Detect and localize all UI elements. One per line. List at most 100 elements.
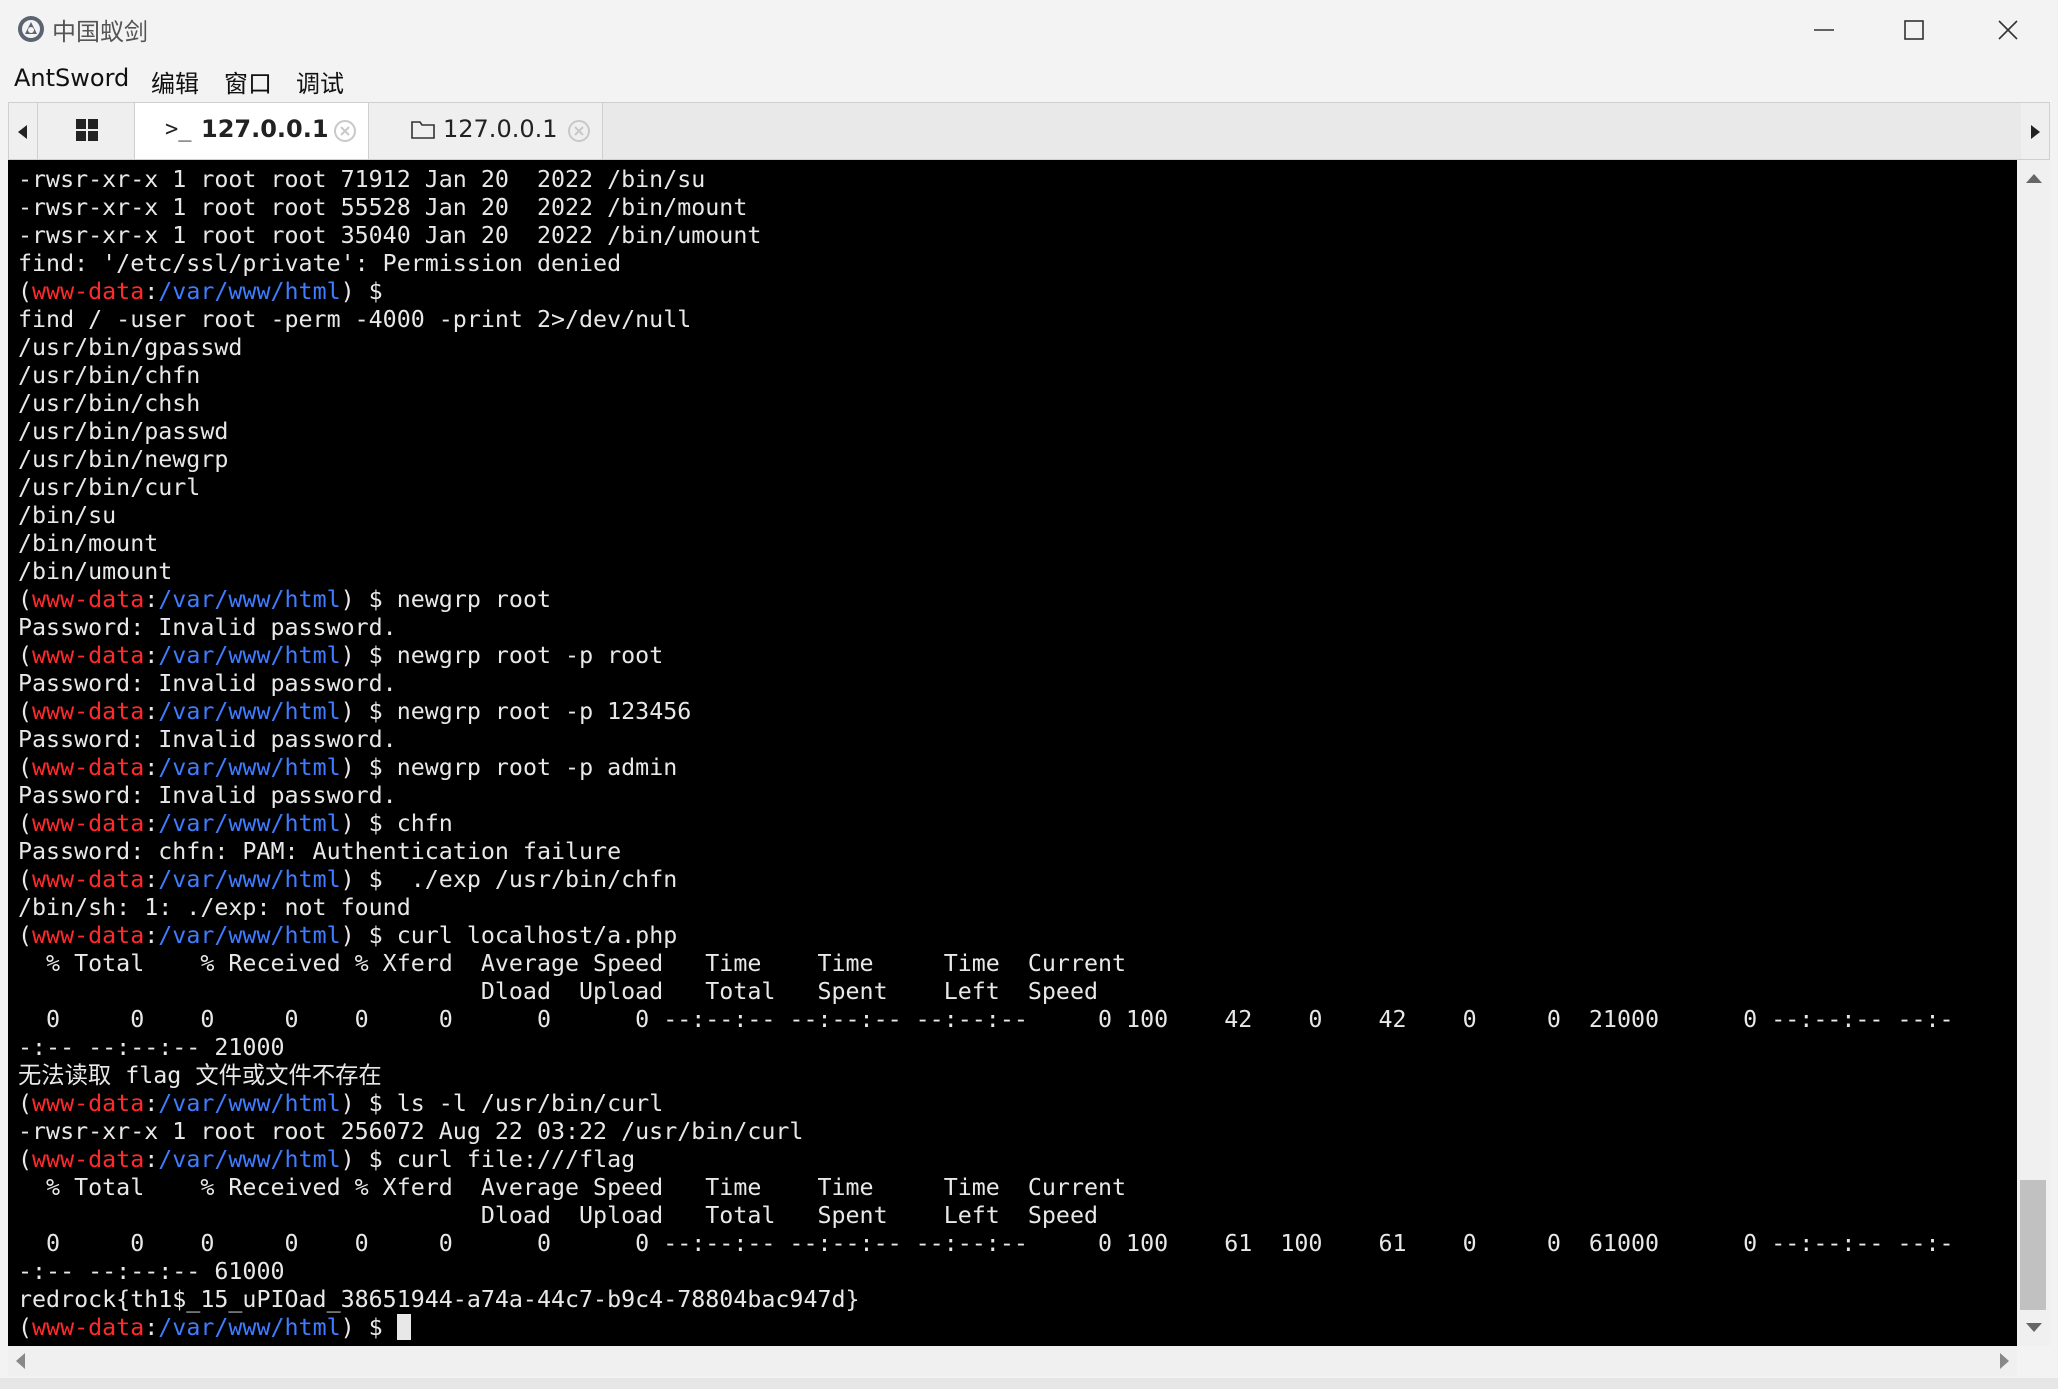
prompt-user: www-data bbox=[32, 278, 145, 305]
prompt-punct: ) $ bbox=[340, 698, 383, 725]
title-bar: 中国蚁剑 bbox=[0, 0, 2058, 58]
prompt-command: newgrp root bbox=[382, 586, 552, 613]
terminal-lines: -rwsr-xr-x 1 root root 71912 Jan 20 2022… bbox=[18, 166, 1954, 1342]
prompt-punct: ( bbox=[18, 866, 33, 893]
prompt-user: www-data bbox=[32, 1314, 145, 1341]
prompt-punct: ( bbox=[18, 1146, 33, 1173]
prompt-path: /var/www/html bbox=[158, 1314, 341, 1341]
tab-scroll-left-button[interactable] bbox=[9, 103, 37, 159]
prompt-command bbox=[383, 1314, 397, 1341]
tab-terminal-close-button[interactable] bbox=[333, 119, 357, 143]
terminal-prompt-line: (www-data:/var/www/html) $ newgrp root -… bbox=[18, 698, 1954, 726]
prompt-user: www-data bbox=[32, 698, 145, 725]
terminal-output[interactable]: -rwsr-xr-x 1 root root 71912 Jan 20 2022… bbox=[8, 160, 2017, 1346]
prompt-user: www-data bbox=[32, 642, 145, 669]
prompt-path: /var/www/html bbox=[158, 278, 341, 305]
prompt-punct: : bbox=[144, 1090, 159, 1117]
prompt-user: www-data bbox=[32, 586, 145, 613]
prompt-path: /var/www/html bbox=[158, 1146, 341, 1173]
maximize-icon bbox=[1904, 20, 1924, 40]
prompt-path: /var/www/html bbox=[158, 922, 341, 949]
terminal-output-line: /usr/bin/passwd bbox=[18, 418, 229, 445]
prompt-command: curl localhost/a.php bbox=[382, 922, 678, 949]
folder-icon bbox=[411, 121, 435, 139]
terminal-prompt-line: (www-data:/var/www/html) $ ./exp /usr/bi… bbox=[18, 866, 1954, 894]
terminal-output-line: 0 0 0 0 0 0 0 0 --:--:-- --:--:-- --:--:… bbox=[18, 1006, 1954, 1033]
terminal-output-line: -:-- --:--:-- 61000 bbox=[18, 1258, 285, 1285]
prompt-command: newgrp root -p root bbox=[382, 642, 664, 669]
prompt-punct: ) $ bbox=[340, 1314, 383, 1341]
tab-files-close-button[interactable] bbox=[567, 119, 591, 143]
terminal-output-line: % Total % Received % Xferd Average Speed… bbox=[18, 950, 1127, 977]
minimize-button[interactable] bbox=[1784, 8, 1864, 52]
terminal-output-line: /usr/bin/gpasswd bbox=[18, 334, 243, 361]
close-circle-icon bbox=[334, 120, 356, 142]
prompt-punct: : bbox=[144, 754, 159, 781]
prompt-path: /var/www/html bbox=[158, 698, 341, 725]
terminal-prompt-line: (www-data:/var/www/html) $ curl localhos… bbox=[18, 922, 1954, 950]
prompt-punct: ) $ bbox=[340, 1146, 383, 1173]
antsword-logo-icon bbox=[18, 16, 44, 42]
minimize-icon bbox=[1814, 29, 1834, 31]
prompt-punct: : bbox=[144, 922, 159, 949]
terminal-output-line: redrock{th1$_15_uPIOad_38651944-a74a-44c… bbox=[18, 1286, 860, 1313]
prompt-punct: ) $ bbox=[340, 586, 383, 613]
prompt-punct: : bbox=[144, 278, 159, 305]
prompt-user: www-data bbox=[32, 922, 145, 949]
scroll-right-icon[interactable] bbox=[2000, 1353, 2009, 1369]
prompt-user: www-data bbox=[32, 810, 145, 837]
prompt-punct: ( bbox=[18, 1314, 33, 1341]
tab-home[interactable] bbox=[37, 103, 135, 159]
prompt-punct: : bbox=[144, 642, 159, 669]
terminal-output-line: 0 0 0 0 0 0 0 0 --:--:-- --:--:-- --:--:… bbox=[18, 1230, 1954, 1257]
close-button[interactable] bbox=[1968, 8, 2048, 52]
terminal-output-line: /bin/mount bbox=[18, 530, 159, 557]
menu-debug[interactable]: 调试 bbox=[296, 64, 344, 99]
close-circle-icon bbox=[568, 120, 590, 142]
prompt-punct: ( bbox=[18, 278, 33, 305]
prompt-path: /var/www/html bbox=[158, 586, 341, 613]
tab-files[interactable]: 127.0.0.1 bbox=[369, 103, 603, 159]
terminal-output-line: find / -user root -perm -4000 -print 2>/… bbox=[18, 306, 692, 333]
window-title: 中国蚁剑 bbox=[52, 18, 148, 46]
prompt-user: www-data bbox=[32, 754, 145, 781]
terminal-output-line: Dload Upload Total Spent Left Speed bbox=[18, 1202, 1098, 1229]
tab-scroll-right-button[interactable] bbox=[2021, 103, 2049, 159]
terminal-prompt-line: (www-data:/var/www/html) $ newgrp root -… bbox=[18, 642, 1954, 670]
prompt-user: www-data bbox=[32, 1146, 145, 1173]
terminal-output-line: Password: chfn: PAM: Authentication fail… bbox=[18, 838, 622, 865]
tab-terminal[interactable]: >_ 127.0.0.1 bbox=[135, 103, 369, 159]
prompt-punct: : bbox=[144, 1146, 159, 1173]
prompt-path: /var/www/html bbox=[158, 810, 341, 837]
prompt-punct: ( bbox=[18, 586, 33, 613]
prompt-punct: : bbox=[144, 1314, 159, 1341]
menu-antsword[interactable]: AntSword bbox=[14, 64, 129, 92]
grid-icon bbox=[76, 119, 98, 141]
terminal-output-line: /bin/umount bbox=[18, 558, 173, 585]
terminal-icon: >_ bbox=[165, 117, 192, 142]
terminal-output-line: -rwsr-xr-x 1 root root 256072 Aug 22 03:… bbox=[18, 1118, 804, 1145]
prompt-punct: ( bbox=[18, 642, 33, 669]
prompt-punct: : bbox=[144, 810, 159, 837]
prompt-punct: ( bbox=[18, 810, 33, 837]
terminal-output-line: Password: Invalid password. bbox=[18, 670, 397, 697]
tab-terminal-label: 127.0.0.1 bbox=[201, 115, 329, 143]
prompt-punct: ) $ bbox=[340, 642, 383, 669]
prompt-path: /var/www/html bbox=[158, 1090, 341, 1117]
terminal-output-line: /bin/su bbox=[18, 502, 117, 529]
menu-bar: AntSword 编辑 窗口 调试 bbox=[0, 60, 2058, 100]
scroll-down-icon[interactable] bbox=[2026, 1323, 2042, 1332]
prompt-path: /var/www/html bbox=[158, 642, 341, 669]
tab-files-label: 127.0.0.1 bbox=[443, 115, 558, 143]
menu-window[interactable]: 窗口 bbox=[224, 64, 272, 99]
terminal-output-line: Password: Invalid password. bbox=[18, 782, 397, 809]
vertical-scrollbar[interactable] bbox=[2017, 160, 2050, 1346]
scroll-left-icon[interactable] bbox=[16, 1353, 25, 1369]
horizontal-scrollbar[interactable] bbox=[8, 1346, 2017, 1376]
prompt-punct: ( bbox=[18, 754, 33, 781]
menu-edit[interactable]: 编辑 bbox=[151, 64, 199, 99]
scrollbar-thumb[interactable] bbox=[2020, 1180, 2046, 1310]
prompt-punct: ) $ bbox=[340, 1090, 383, 1117]
scroll-up-icon[interactable] bbox=[2026, 174, 2042, 183]
maximize-button[interactable] bbox=[1874, 8, 1954, 52]
